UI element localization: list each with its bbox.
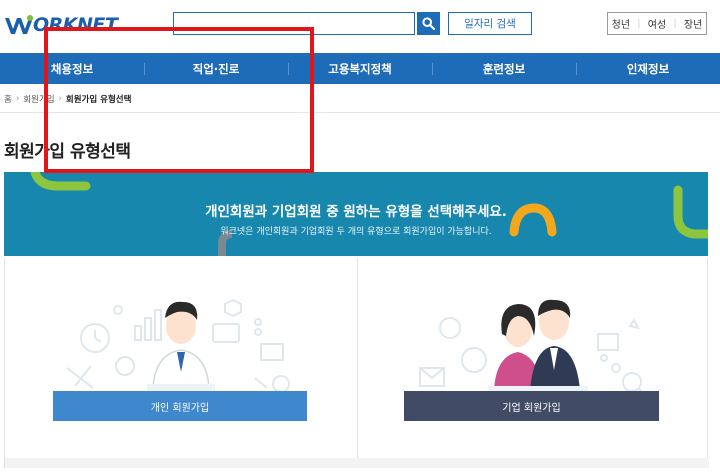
banner-subtext: 워크넷은 개인회원과 기업회원 두 개의 유형으로 회원가입이 가능합니다. xyxy=(220,227,492,237)
worknet-logo-mark-icon xyxy=(5,15,33,34)
search-icon xyxy=(422,17,435,30)
signup-type-cards xyxy=(4,258,709,468)
util-link-senior[interactable]: 장년 xyxy=(684,16,702,31)
personal-member-illustration-icon xyxy=(66,298,290,394)
selection-highlight xyxy=(44,27,314,173)
util-link-youth[interactable]: 청년 xyxy=(612,16,630,31)
corporate-member-illustration-icon xyxy=(419,299,647,397)
util-link-women[interactable]: 여성 xyxy=(648,16,666,31)
breadcrumb-home[interactable]: 홈 xyxy=(4,93,12,105)
nav-item-training[interactable]: 훈련정보 xyxy=(432,53,576,84)
divider: | xyxy=(673,18,677,29)
job-search-button[interactable]: 일자리 검색 xyxy=(448,12,532,35)
nav-item-talent[interactable]: 인재정보 xyxy=(576,53,720,84)
banner-heading: 개인회원과 기업회원 중 원하는 유형을 선택해주세요. xyxy=(205,204,507,220)
search-button[interactable] xyxy=(417,12,440,35)
personal-signup-button[interactable]: 개인 회원가입 xyxy=(53,391,307,421)
audience-links: 청년 | 여성 | 장년 xyxy=(607,12,707,35)
corporate-signup-card[interactable] xyxy=(357,258,708,458)
divider: | xyxy=(637,18,641,29)
personal-signup-card[interactable] xyxy=(5,258,356,458)
chevron-right-icon: › xyxy=(15,94,20,104)
card-footer-strip xyxy=(5,458,709,468)
info-banner: 개인회원과 기업회원 중 원하는 유형을 선택해주세요. 워크넷은 개인회원과 … xyxy=(4,172,708,256)
corporate-signup-button[interactable]: 기업 회원가입 xyxy=(404,391,659,421)
